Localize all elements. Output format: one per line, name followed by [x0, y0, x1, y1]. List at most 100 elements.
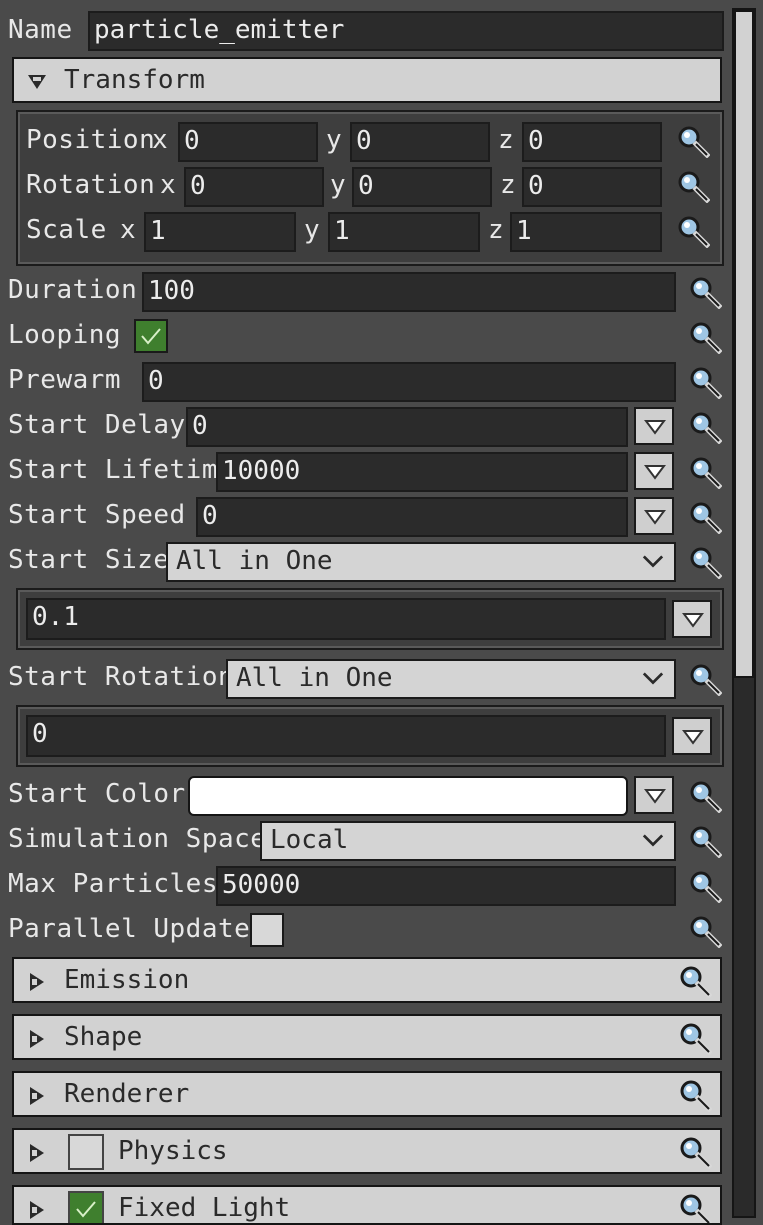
name-input[interactable]: particle_emitter — [88, 11, 724, 51]
prewarm-input[interactable]: 0 — [142, 362, 676, 402]
simulation-space-value: Local — [270, 825, 349, 855]
scale-search-icon[interactable] — [676, 214, 710, 248]
looping-checkbox[interactable] — [134, 319, 168, 353]
name-label: Name — [8, 15, 73, 45]
start-rotation-value-dropdown-button[interactable] — [672, 717, 712, 755]
chevron-down-icon — [642, 834, 664, 846]
position-search-icon[interactable] — [676, 124, 710, 158]
checkmark-icon — [141, 328, 161, 345]
simulation-space-select[interactable]: Local — [260, 821, 676, 861]
start-delay-search-icon[interactable] — [688, 410, 722, 444]
looping-label: Looping — [8, 320, 122, 350]
position-x-input[interactable]: 0 — [178, 122, 318, 162]
renderer-search-icon[interactable] — [678, 1078, 712, 1112]
duration-input[interactable]: 100 — [142, 272, 676, 312]
rotation-search-icon[interactable] — [676, 169, 710, 203]
chevron-down-icon — [683, 730, 703, 744]
scale-x-input[interactable]: 1 — [144, 212, 296, 252]
emission-title: Emission — [64, 965, 190, 995]
start-size-mode-select[interactable]: All in One — [166, 542, 676, 582]
shape-search-icon[interactable] — [678, 1021, 712, 1055]
start-speed-label: Start Speed — [8, 500, 186, 530]
position-z-label: z — [498, 125, 515, 155]
start-size-value-input[interactable]: 0.1 — [26, 598, 666, 640]
parallel-update-checkbox[interactable] — [250, 913, 284, 947]
duration-label: Duration — [8, 275, 138, 305]
fixed-light-search-icon[interactable] — [678, 1192, 712, 1225]
start-delay-dropdown-button[interactable] — [634, 407, 674, 445]
transform-header[interactable]: Transform — [12, 57, 722, 103]
chevron-down-icon — [645, 510, 665, 524]
rotation-z-label: z — [500, 170, 517, 200]
start-rotation-mode-select[interactable]: All in One — [226, 659, 676, 699]
start-rotation-value-input[interactable]: 0 — [26, 715, 666, 757]
renderer-title: Renderer — [64, 1079, 190, 1109]
rotation-x-label: x — [160, 170, 177, 200]
fixed-light-title: Fixed Light — [118, 1193, 291, 1223]
start-speed-dropdown-button[interactable] — [634, 497, 674, 535]
prewarm-search-icon[interactable] — [688, 365, 722, 399]
chevron-down-icon — [683, 613, 703, 627]
fixed-light-header[interactable]: Fixed Light — [12, 1185, 722, 1225]
transform-title: Transform — [64, 65, 205, 95]
collapse-triangle-icon — [30, 973, 44, 991]
fixed-light-enable-checkbox[interactable] — [68, 1191, 104, 1223]
max-particles-label: Max Particles — [8, 869, 218, 899]
emission-search-icon[interactable] — [678, 964, 712, 998]
collapse-triangle-icon — [28, 75, 46, 89]
rotation-x-input[interactable]: 0 — [184, 167, 324, 207]
max-particles-input[interactable]: 50000 — [216, 866, 676, 906]
chevron-down-icon — [642, 555, 664, 567]
scale-z-input[interactable]: 1 — [510, 212, 662, 252]
physics-search-icon[interactable] — [678, 1135, 712, 1169]
start-lifetime-input[interactable]: 10000 — [216, 452, 628, 492]
start-delay-input[interactable]: 0 — [186, 407, 628, 447]
shape-title: Shape — [64, 1022, 143, 1052]
max-particles-search-icon[interactable] — [688, 869, 722, 903]
collapse-triangle-icon — [30, 1144, 44, 1162]
parallel-update-label: Parallel Update — [8, 914, 251, 944]
start-color-swatch[interactable] — [188, 776, 628, 816]
start-lifetime-search-icon[interactable] — [688, 455, 722, 489]
scrollbar-thumb[interactable] — [734, 10, 754, 678]
rotation-y-input[interactable]: 0 — [352, 167, 492, 207]
position-y-label: y — [326, 125, 343, 155]
parallel-update-search-icon[interactable] — [688, 914, 722, 948]
rotation-y-label: y — [330, 170, 347, 200]
start-color-label: Start Color — [8, 779, 186, 809]
start-size-mode-value: All in One — [176, 546, 333, 576]
position-z-input[interactable]: 0 — [522, 122, 662, 162]
start-color-dropdown-button[interactable] — [634, 776, 674, 814]
chevron-down-icon — [645, 789, 665, 803]
physics-enable-checkbox[interactable] — [68, 1134, 104, 1170]
simulation-space-search-icon[interactable] — [688, 824, 722, 858]
physics-title: Physics — [118, 1136, 228, 1166]
scale-z-label: z — [488, 215, 505, 245]
duration-search-icon[interactable] — [688, 275, 722, 309]
start-speed-input[interactable]: 0 — [196, 497, 628, 537]
chevron-down-icon — [645, 465, 665, 479]
position-y-input[interactable]: 0 — [350, 122, 490, 162]
chevron-down-icon — [642, 672, 664, 684]
physics-header[interactable]: Physics — [12, 1128, 722, 1174]
start-size-search-icon[interactable] — [688, 545, 722, 579]
chevron-down-icon — [645, 420, 665, 434]
start-color-search-icon[interactable] — [688, 779, 722, 813]
start-lifetime-dropdown-button[interactable] — [634, 452, 674, 490]
start-rotation-search-icon[interactable] — [688, 662, 722, 696]
scale-label: Scale — [26, 215, 107, 245]
renderer-header[interactable]: Renderer — [12, 1071, 722, 1117]
scale-y-input[interactable]: 1 — [328, 212, 480, 252]
scale-x-label: x — [120, 215, 137, 245]
start-size-label: Start Size — [8, 545, 170, 575]
shape-header[interactable]: Shape — [12, 1014, 722, 1060]
checkmark-icon — [76, 1201, 96, 1218]
start-speed-search-icon[interactable] — [688, 500, 722, 534]
rotation-label: Rotation — [26, 170, 156, 200]
rotation-z-input[interactable]: 0 — [522, 167, 662, 207]
start-delay-label: Start Delay — [8, 410, 186, 440]
start-size-value-dropdown-button[interactable] — [672, 600, 712, 638]
collapse-triangle-icon — [30, 1087, 44, 1105]
emission-header[interactable]: Emission — [12, 957, 722, 1003]
looping-search-icon[interactable] — [688, 320, 722, 354]
